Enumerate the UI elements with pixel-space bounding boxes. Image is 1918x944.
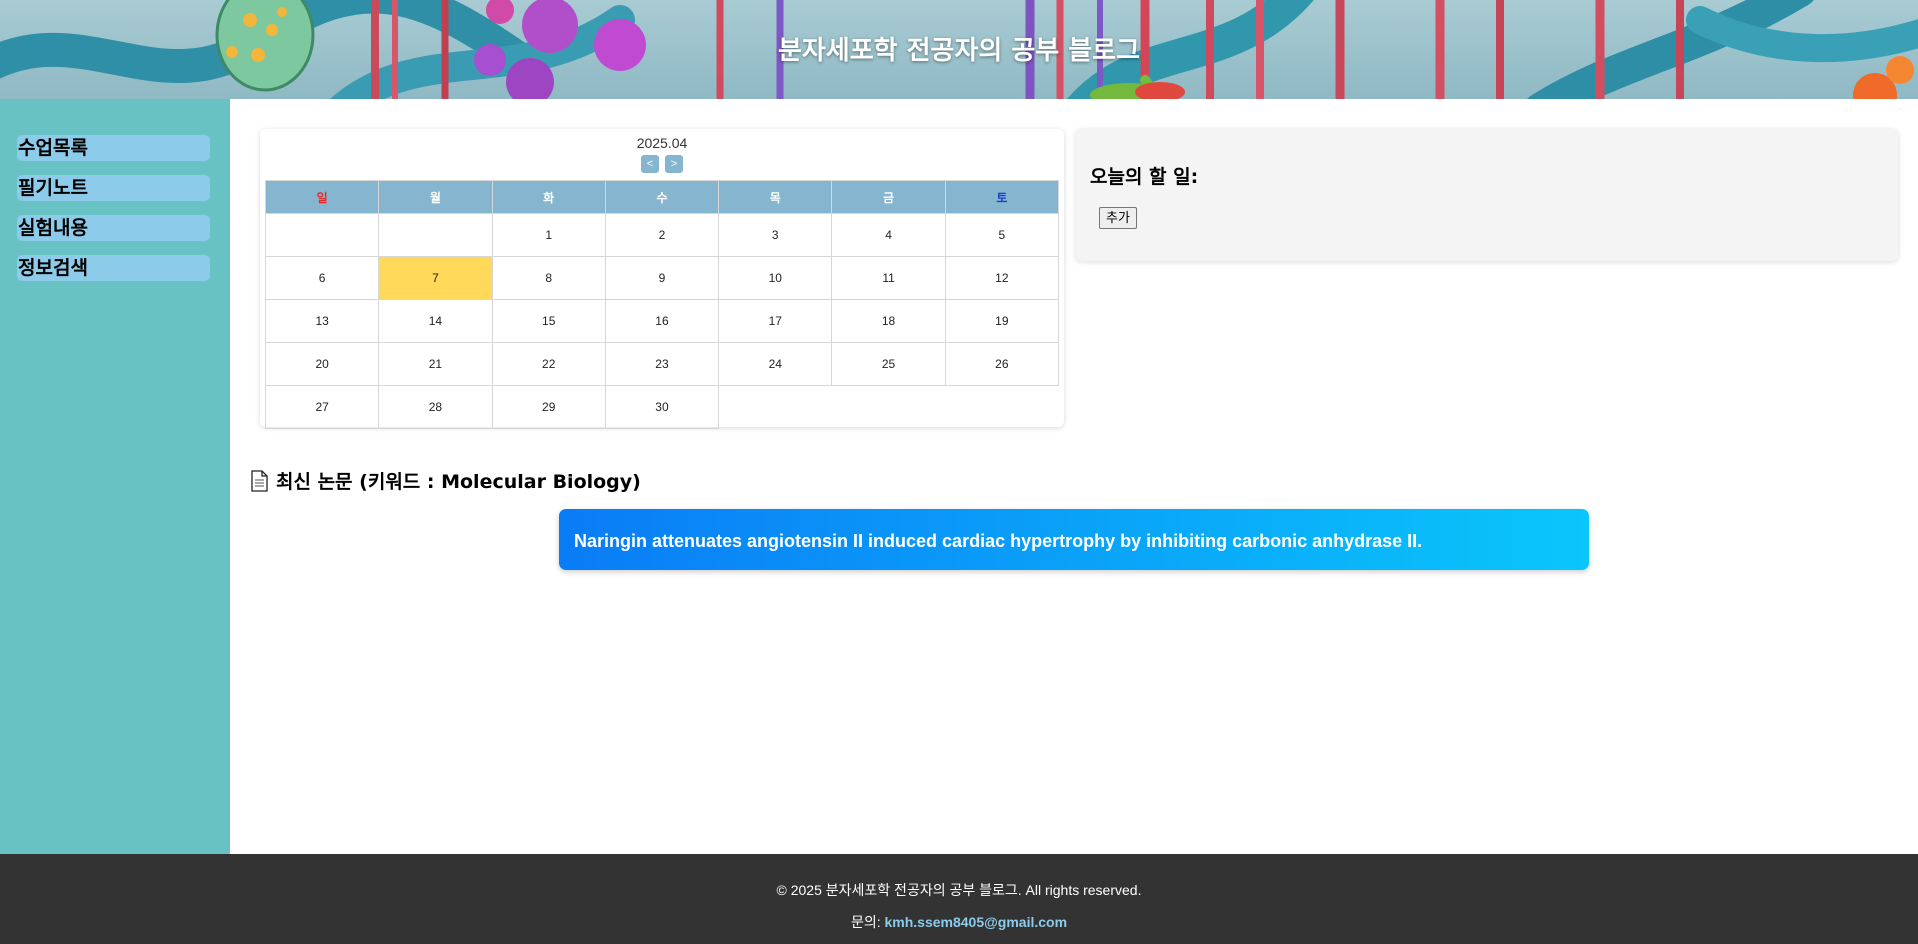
weekday-header: 일 <box>264 180 380 214</box>
calendar-week-row: 12345 <box>264 213 1060 257</box>
calendar-day-cell[interactable]: 6 <box>264 256 380 300</box>
calendar-day-cell[interactable]: 21 <box>378 342 493 386</box>
header-banner: 분자세포학 전공자의 공부 블로그 <box>0 0 1918 99</box>
weekday-header: 수 <box>604 180 720 214</box>
weekday-header: 목 <box>718 180 833 214</box>
calendar-day-cell[interactable]: 8 <box>491 256 606 300</box>
calendar-day-cell[interactable]: 9 <box>604 256 720 300</box>
papers-heading-text: 최신 논문 (키워드 : Molecular Biology) <box>276 471 641 493</box>
calendar-day-cell[interactable]: 28 <box>378 385 493 429</box>
calendar-blank <box>719 386 832 429</box>
calendar-day-cell[interactable]: 18 <box>831 299 946 343</box>
calendar: 2025.04 < > 일월화수목금토 1 2 3 4 5 6 7 8 9 10 11 12 13 14 1… <box>260 129 1064 429</box>
sidebar: 수업목록 필기노트 실험내용 정보검색 <box>0 99 230 854</box>
calendar-day-cell[interactable]: 25 <box>831 342 946 386</box>
sidebar-item-lecture-list[interactable]: 수업목록 <box>17 135 210 161</box>
calendar-day-cell[interactable]: 15 <box>491 299 606 343</box>
papers-heading: 최신 논문 (키워드 : Molecular Biology) <box>251 467 641 494</box>
calendar-empty-cell <box>378 213 493 257</box>
footer: © 2025 분자세포학 전공자의 공부 블로그. All rights res… <box>0 854 1918 944</box>
calendar-blank <box>832 386 945 429</box>
calendar-day-cell[interactable]: 30 <box>604 385 720 429</box>
calendar-day-cell[interactable]: 5 <box>944 213 1060 257</box>
calendar-day-cell[interactable]: 4 <box>831 213 946 257</box>
calendar-week-row: 20 21 22 23 24 25 26 <box>264 342 1060 386</box>
calendar-day-cell[interactable]: 20 <box>264 342 380 386</box>
calendar-day-cell[interactable]: 2 <box>604 213 720 257</box>
weekday-header: 화 <box>491 180 606 214</box>
footer-copyright: © 2025 분자세포학 전공자의 공부 블로그. All rights res… <box>776 882 1142 898</box>
calendar-day-cell[interactable]: 13 <box>264 299 380 343</box>
calendar-day-cell[interactable]: 19 <box>944 299 1060 343</box>
calendar-blank <box>945 386 1058 429</box>
calendar-day-cell[interactable]: 26 <box>944 342 1060 386</box>
weekday-header: 금 <box>831 180 946 214</box>
site-title: 분자세포학 전공자의 공부 블로그 <box>777 36 1141 66</box>
footer-email-link[interactable]: kmh.ssem8405@gmail.com <box>885 914 1068 930</box>
calendar-day-cell[interactable]: 22 <box>491 342 606 386</box>
footer-contact: 문의: kmh.ssem8405@gmail.com <box>0 912 1918 932</box>
calendar-day-cell[interactable]: 14 <box>378 299 493 343</box>
document-icon <box>251 469 268 492</box>
calendar-day-cell[interactable]: 17 <box>718 299 833 343</box>
calendar-week-row: 27 28 29 30 <box>264 385 1059 429</box>
next-month-button[interactable]: > <box>665 155 683 173</box>
todo-add-button[interactable]: 추가 <box>1099 207 1137 229</box>
calendar-day-cell[interactable]: 16 <box>604 299 720 343</box>
paper-title-link[interactable]: Naringin attenuates angiotensin II induc… <box>574 531 1422 552</box>
calendar-nav: < > <box>260 155 1064 173</box>
calendar-day-cell[interactable]: 24 <box>718 342 833 386</box>
calendar-day-cell[interactable]: 1 <box>491 213 606 257</box>
calendar-day-cell[interactable]: 3 <box>718 213 833 257</box>
calendar-grid: 일월화수목금토 1 2 3 4 5 6 7 8 9 10 11 12 13 14 15 16 17 18 19 20 2… <box>264 180 1060 429</box>
sidebar-item-notes[interactable]: 필기노트 <box>17 175 210 201</box>
paper-card[interactable]: Naringin attenuates angiotensin II induc… <box>559 509 1589 570</box>
sidebar-item-experiments[interactable]: 실험내용 <box>17 215 210 241</box>
calendar-day-cell[interactable]: 29 <box>491 385 606 429</box>
calendar-month-label: 2025.04 <box>636 135 688 151</box>
prev-month-button[interactable]: < <box>641 155 659 173</box>
todo-title: 오늘의 할 일: <box>1090 166 1199 188</box>
calendar-empty-cell <box>264 213 380 257</box>
sidebar-item-search[interactable]: 정보검색 <box>17 255 210 281</box>
calendar-day-cell[interactable]: 23 <box>604 342 720 386</box>
footer-contact-label: 문의: <box>850 914 885 930</box>
calendar-day-cell[interactable]: 11 <box>831 256 946 300</box>
calendar-day-cell[interactable]: 27 <box>264 385 380 429</box>
todo-panel: 오늘의 할 일: 추가 <box>1076 129 1898 261</box>
weekday-header: 월 <box>378 180 493 214</box>
weekday-header: 토 <box>944 180 1060 214</box>
calendar-day-cell[interactable]: 7 <box>378 256 493 300</box>
calendar-week-row: 6 7 8 9 10 11 12 <box>264 256 1060 300</box>
calendar-day-cell[interactable]: 12 <box>944 256 1060 300</box>
calendar-day-cell[interactable]: 10 <box>718 256 833 300</box>
calendar-week-row: 13 14 15 16 17 18 19 <box>264 299 1060 343</box>
